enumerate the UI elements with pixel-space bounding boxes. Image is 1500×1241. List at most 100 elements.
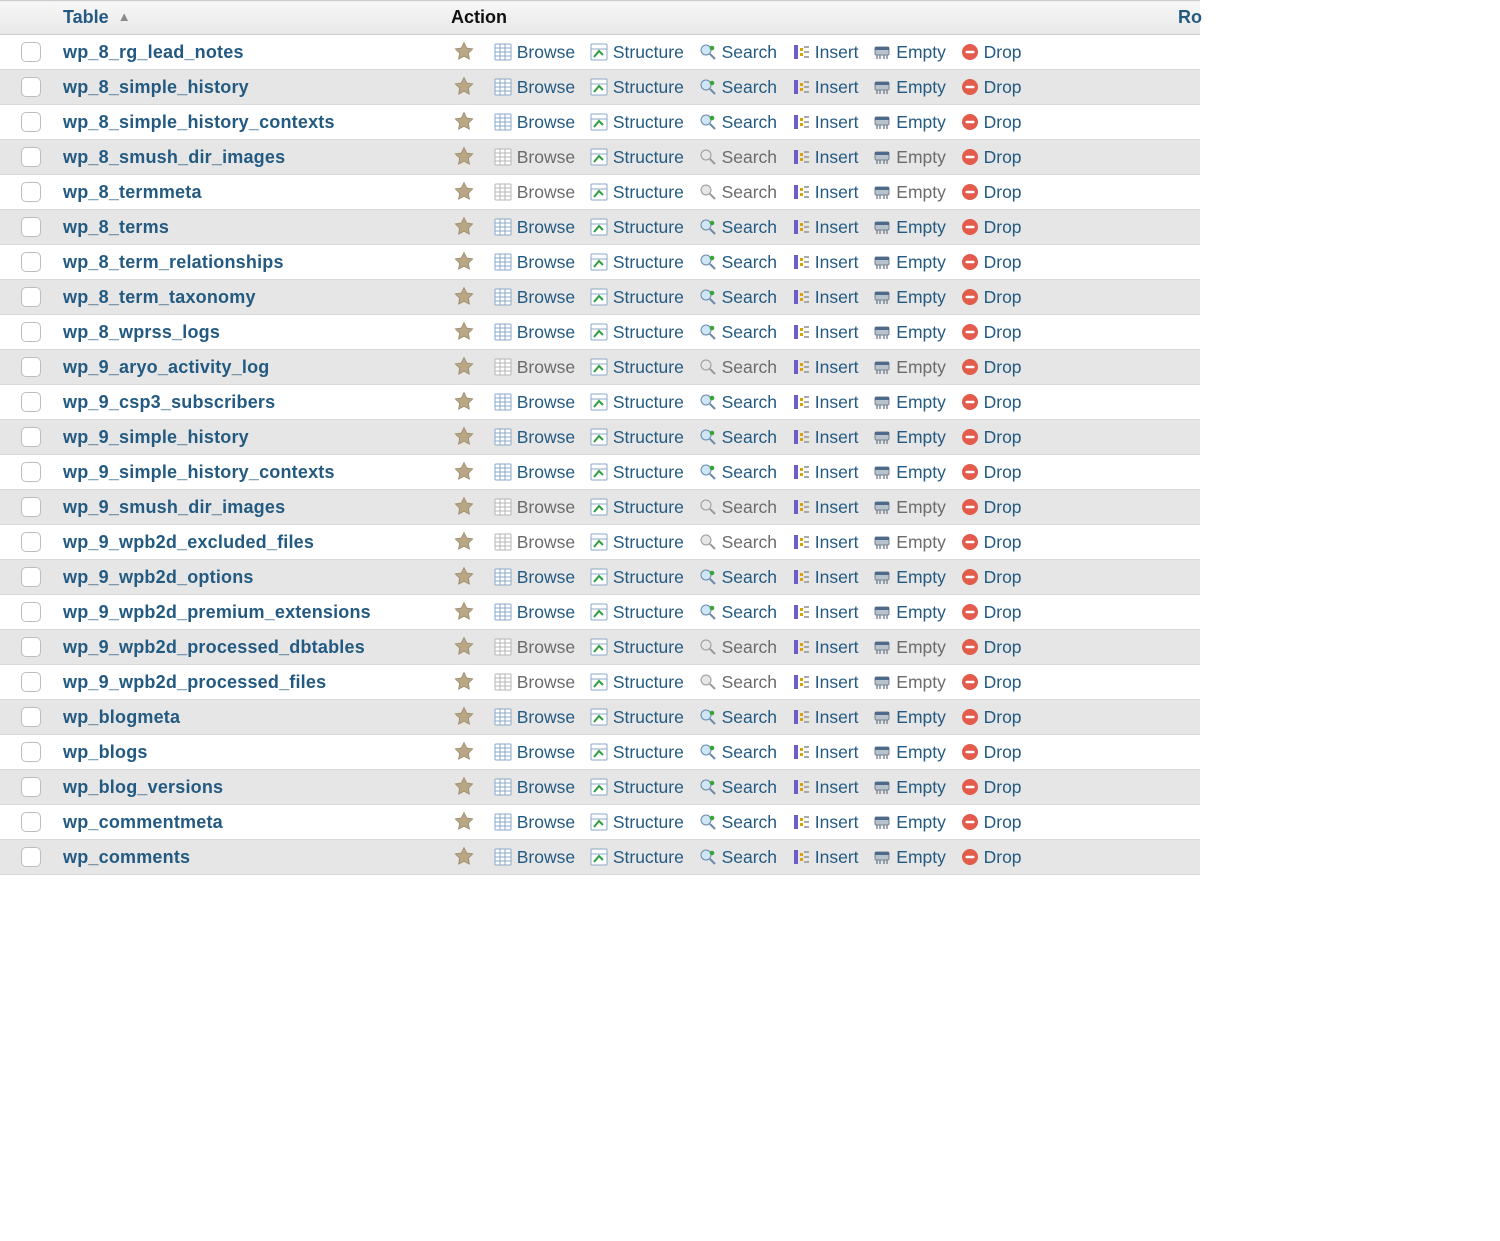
favorite-star-icon[interactable] — [453, 111, 475, 133]
insert-action[interactable]: Insert — [792, 182, 859, 203]
table-name-link[interactable]: wp_8_smush_dir_images — [63, 147, 285, 167]
row-checkbox[interactable] — [21, 532, 41, 552]
drop-action[interactable]: Drop — [961, 427, 1022, 448]
structure-action[interactable]: Structure — [590, 392, 684, 413]
drop-action[interactable]: Drop — [961, 847, 1022, 868]
favorite-star-icon[interactable] — [453, 811, 475, 833]
empty-action[interactable]: Empty — [873, 567, 946, 588]
row-checkbox[interactable] — [21, 497, 41, 517]
table-name-link[interactable]: wp_8_term_taxonomy — [63, 287, 256, 307]
row-checkbox[interactable] — [21, 567, 41, 587]
insert-action[interactable]: Insert — [792, 427, 859, 448]
browse-action[interactable]: Browse — [494, 427, 575, 448]
favorite-star-icon[interactable] — [453, 286, 475, 308]
favorite-star-icon[interactable] — [453, 601, 475, 623]
drop-action[interactable]: Drop — [961, 532, 1022, 553]
drop-action[interactable]: Drop — [961, 602, 1022, 623]
browse-action[interactable]: Browse — [494, 777, 575, 798]
structure-action[interactable]: Structure — [590, 812, 684, 833]
drop-action[interactable]: Drop — [961, 357, 1022, 378]
insert-action[interactable]: Insert — [792, 777, 859, 798]
favorite-star-icon[interactable] — [453, 146, 475, 168]
row-checkbox[interactable] — [21, 427, 41, 447]
insert-action[interactable]: Insert — [792, 707, 859, 728]
favorite-star-icon[interactable] — [453, 846, 475, 868]
search-action[interactable]: Search — [699, 462, 777, 483]
drop-action[interactable]: Drop — [961, 182, 1022, 203]
row-checkbox[interactable] — [21, 637, 41, 657]
search-action[interactable]: Search — [699, 252, 777, 273]
drop-action[interactable]: Drop — [961, 42, 1022, 63]
structure-action[interactable]: Structure — [590, 847, 684, 868]
search-action[interactable]: Search — [699, 777, 777, 798]
browse-action[interactable]: Browse — [494, 812, 575, 833]
favorite-star-icon[interactable] — [453, 251, 475, 273]
search-action[interactable]: Search — [699, 112, 777, 133]
search-action[interactable]: Search — [699, 77, 777, 98]
insert-action[interactable]: Insert — [792, 322, 859, 343]
table-name-link[interactable]: wp_8_termmeta — [63, 182, 202, 202]
row-checkbox[interactable] — [21, 392, 41, 412]
table-name-link[interactable]: wp_9_csp3_subscribers — [63, 392, 275, 412]
browse-action[interactable]: Browse — [494, 287, 575, 308]
insert-action[interactable]: Insert — [792, 532, 859, 553]
structure-action[interactable]: Structure — [590, 742, 684, 763]
structure-action[interactable]: Structure — [590, 707, 684, 728]
drop-action[interactable]: Drop — [961, 217, 1022, 238]
structure-action[interactable]: Structure — [590, 602, 684, 623]
structure-action[interactable]: Structure — [590, 532, 684, 553]
structure-action[interactable]: Structure — [590, 217, 684, 238]
row-checkbox[interactable] — [21, 322, 41, 342]
row-checkbox[interactable] — [21, 847, 41, 867]
drop-action[interactable]: Drop — [961, 77, 1022, 98]
search-action[interactable]: Search — [699, 567, 777, 588]
favorite-star-icon[interactable] — [453, 496, 475, 518]
empty-action[interactable]: Empty — [873, 602, 946, 623]
table-name-link[interactable]: wp_9_wpb2d_processed_dbtables — [63, 637, 365, 657]
search-action[interactable]: Search — [699, 42, 777, 63]
favorite-star-icon[interactable] — [453, 426, 475, 448]
browse-action[interactable]: Browse — [494, 77, 575, 98]
browse-action[interactable]: Browse — [494, 322, 575, 343]
structure-action[interactable]: Structure — [590, 322, 684, 343]
structure-action[interactable]: Structure — [590, 357, 684, 378]
table-name-link[interactable]: wp_blog_versions — [63, 777, 223, 797]
row-checkbox[interactable] — [21, 147, 41, 167]
structure-action[interactable]: Structure — [590, 112, 684, 133]
browse-action[interactable]: Browse — [494, 707, 575, 728]
search-action[interactable]: Search — [699, 847, 777, 868]
browse-action[interactable]: Browse — [494, 217, 575, 238]
row-checkbox[interactable] — [21, 112, 41, 132]
table-name-link[interactable]: wp_blogs — [63, 742, 148, 762]
structure-action[interactable]: Structure — [590, 567, 684, 588]
favorite-star-icon[interactable] — [453, 391, 475, 413]
search-action[interactable]: Search — [699, 322, 777, 343]
insert-action[interactable]: Insert — [792, 847, 859, 868]
empty-action[interactable]: Empty — [873, 42, 946, 63]
favorite-star-icon[interactable] — [453, 41, 475, 63]
search-action[interactable]: Search — [699, 812, 777, 833]
empty-action[interactable]: Empty — [873, 707, 946, 728]
structure-action[interactable]: Structure — [590, 637, 684, 658]
table-name-link[interactable]: wp_9_wpb2d_excluded_files — [63, 532, 314, 552]
favorite-star-icon[interactable] — [453, 461, 475, 483]
table-name-link[interactable]: wp_9_simple_history_contexts — [63, 462, 335, 482]
row-checkbox[interactable] — [21, 77, 41, 97]
insert-action[interactable]: Insert — [792, 217, 859, 238]
drop-action[interactable]: Drop — [961, 462, 1022, 483]
empty-action[interactable]: Empty — [873, 252, 946, 273]
drop-action[interactable]: Drop — [961, 147, 1022, 168]
table-name-link[interactable]: wp_9_simple_history — [63, 427, 249, 447]
insert-action[interactable]: Insert — [792, 357, 859, 378]
insert-action[interactable]: Insert — [792, 462, 859, 483]
row-checkbox[interactable] — [21, 217, 41, 237]
browse-action[interactable]: Browse — [494, 42, 575, 63]
row-checkbox[interactable] — [21, 672, 41, 692]
browse-action[interactable]: Browse — [494, 742, 575, 763]
insert-action[interactable]: Insert — [792, 567, 859, 588]
empty-action[interactable]: Empty — [873, 812, 946, 833]
structure-action[interactable]: Structure — [590, 77, 684, 98]
table-name-link[interactable]: wp_8_simple_history_contexts — [63, 112, 335, 132]
row-checkbox[interactable] — [21, 777, 41, 797]
insert-action[interactable]: Insert — [792, 602, 859, 623]
